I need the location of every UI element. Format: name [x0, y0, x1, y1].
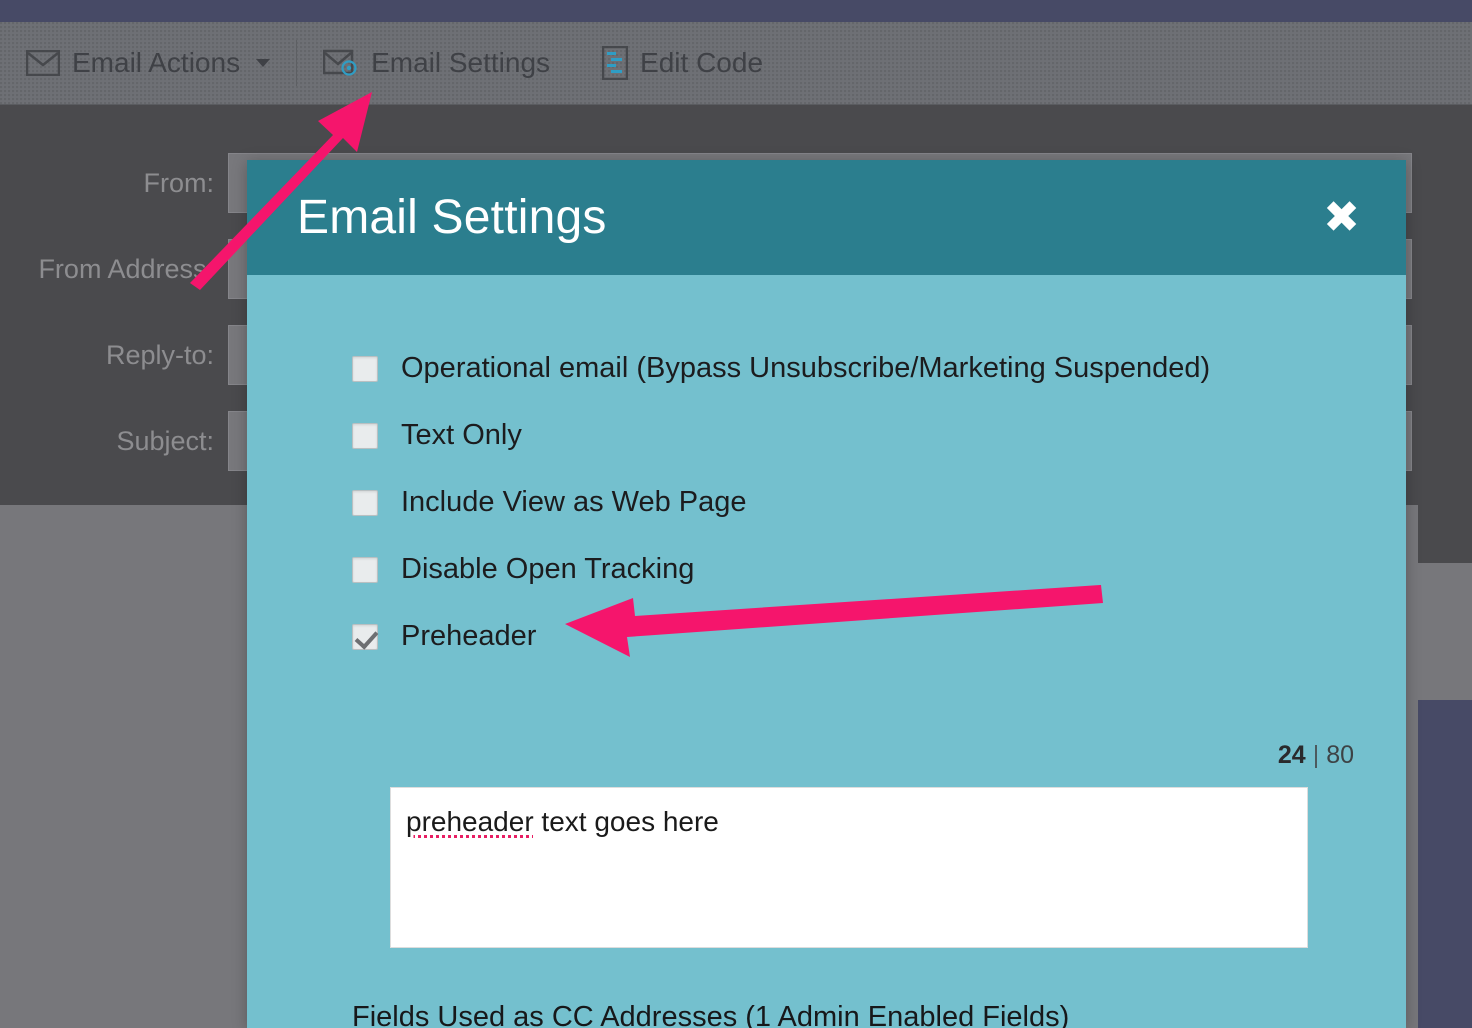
envelope-gear-icon	[323, 49, 359, 77]
checkbox-disable-open-tracking[interactable]	[352, 556, 378, 583]
toolbar-label-edit-code: Edit Code	[640, 47, 764, 78]
screenshot-root: Email Actions Email Settings Edit Code F…	[0, 0, 1472, 1028]
checkbox-label-operational-email: Operational email (Bypass Unsubscribe/Ma…	[401, 352, 1211, 384]
checkbox-include-view-as-web-page[interactable]	[352, 489, 378, 516]
form-label-from: From:	[143, 167, 215, 198]
background-navy-panel	[1418, 700, 1472, 1028]
modal-body: Operational email (Bypass Unsubscribe/Ma…	[247, 275, 1406, 1028]
checkbox-row-text-only[interactable]: Text Only	[352, 402, 1354, 469]
chevron-down-icon	[256, 59, 271, 67]
toolbar-label-email-actions: Email Actions	[72, 47, 241, 78]
character-counter-current: 24	[1277, 741, 1306, 769]
form-label-reply-to: Reply-to:	[105, 339, 214, 370]
toolbar-item-email-actions[interactable]: Email Actions	[0, 22, 296, 105]
checkbox-row-operational-email[interactable]: Operational email (Bypass Unsubscribe/Ma…	[352, 335, 1354, 402]
checkbox-label-include-view-as-web-page: Include View as Web Page	[401, 486, 747, 518]
form-label-from-address: From Address:	[38, 253, 214, 284]
checkbox-preheader[interactable]	[352, 623, 378, 650]
cc-fields-section: Fields Used as CC Addresses (1 Admin Ena…	[352, 1001, 1362, 1028]
toolbar-item-edit-code[interactable]: Edit Code	[576, 22, 789, 105]
checkbox-label-text-only: Text Only	[401, 419, 522, 451]
character-counter: 24 | 80	[1278, 741, 1354, 770]
toolbar-item-email-settings[interactable]: Email Settings	[297, 22, 576, 105]
checkbox-label-preheader: Preheader	[401, 620, 537, 652]
envelope-icon	[26, 50, 60, 76]
form-band-1	[1418, 390, 1472, 445]
preheader-textarea[interactable]: preheader text goes here	[390, 787, 1308, 948]
checkbox-row-include-view-as-web-page[interactable]: Include View as Web Page	[352, 469, 1354, 536]
checkbox-row-preheader[interactable]: Preheader	[352, 603, 1354, 670]
email-toolbar: Email Actions Email Settings Edit Code	[0, 22, 1472, 105]
preheader-textarea-value: preheader text goes here	[391, 788, 1307, 838]
toolbar-label-email-settings: Email Settings	[371, 47, 551, 78]
checkbox-label-disable-open-tracking: Disable Open Tracking	[401, 553, 695, 585]
form-band-2	[1418, 498, 1472, 563]
modal-header: Email Settings ✖	[247, 160, 1406, 275]
app-top-strip	[0, 0, 1472, 22]
character-counter-max: 80	[1326, 741, 1354, 769]
preheader-rest-text: text goes here	[533, 806, 719, 837]
checkbox-operational-email[interactable]	[352, 355, 378, 382]
email-settings-modal: Email Settings ✖ Operational email (Bypa…	[247, 160, 1406, 1028]
code-document-icon	[602, 46, 629, 80]
close-icon[interactable]: ✖	[1323, 195, 1360, 240]
cc-fields-title: Fields Used as CC Addresses (1 Admin Ena…	[352, 1001, 1070, 1028]
modal-title: Email Settings	[297, 191, 607, 244]
spellcheck-misspelled-word: preheader	[406, 806, 534, 837]
character-counter-separator: |	[1312, 741, 1320, 769]
form-label-subject: Subject:	[116, 425, 214, 456]
checkbox-text-only[interactable]	[352, 422, 378, 449]
checkbox-row-disable-open-tracking[interactable]: Disable Open Tracking	[352, 536, 1354, 603]
